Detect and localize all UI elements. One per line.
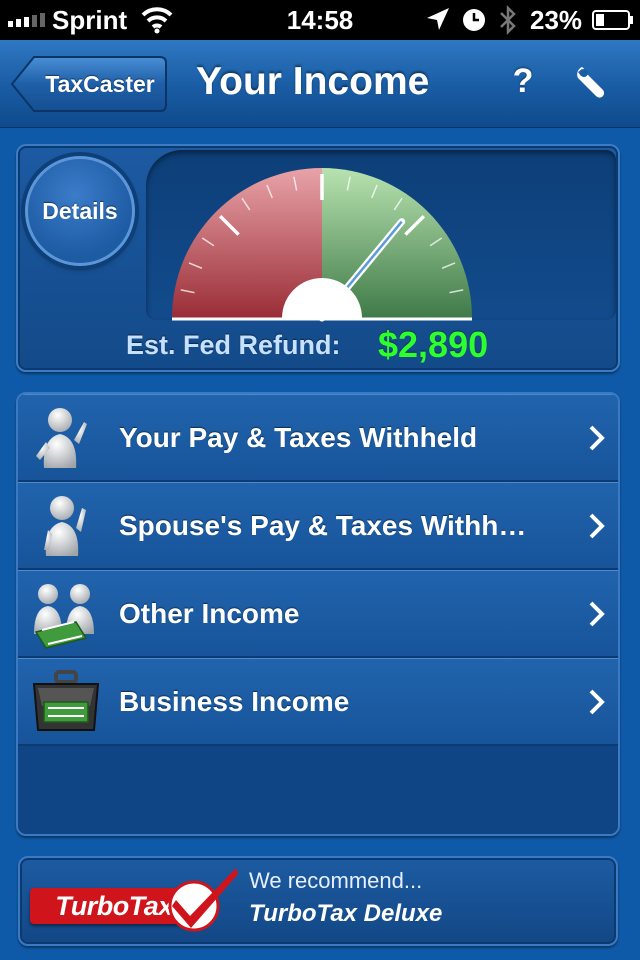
menu-item-label: Other Income bbox=[119, 598, 300, 629]
refund-amount: $2,890 bbox=[378, 324, 489, 365]
people-money-icon bbox=[34, 584, 94, 649]
chevron-right-icon bbox=[589, 425, 605, 451]
menu-item-label: Spouse's Pay & Taxes Withh… bbox=[119, 510, 527, 541]
chevron-right-icon bbox=[589, 513, 605, 539]
person-icon bbox=[44, 496, 86, 556]
income-menu: Your Pay & Taxes Withheld Spouse's Pay &… bbox=[16, 392, 620, 836]
details-button[interactable]: Details bbox=[25, 156, 135, 266]
chevron-right-icon bbox=[589, 601, 605, 627]
person-icon bbox=[36, 408, 87, 468]
recommendation-banner[interactable]: TurboTax We recommend... TurboTax Deluxe bbox=[18, 856, 618, 946]
back-button[interactable]: TaxCaster bbox=[10, 55, 168, 113]
clock-icon bbox=[463, 9, 485, 31]
refund-panel: Details Est. Fed Refund: $2,890 bbox=[16, 144, 620, 372]
chevron-right-icon bbox=[589, 689, 605, 715]
menu-item-business-income[interactable]: Business Income bbox=[18, 658, 618, 746]
turbotax-logo: TurboTax bbox=[30, 864, 240, 940]
status-bar: Sprint 14:58 23% bbox=[0, 0, 640, 40]
bluetooth-icon bbox=[500, 4, 516, 36]
menu-item-other-income[interactable]: Other Income bbox=[18, 570, 618, 658]
battery-icon bbox=[592, 10, 633, 30]
help-button[interactable]: ? bbox=[508, 62, 538, 102]
location-icon bbox=[427, 8, 449, 30]
navigation-bar: TaxCaster Your Income ? bbox=[0, 40, 640, 128]
battery-percent: 23% bbox=[530, 5, 583, 35]
refund-gauge bbox=[172, 168, 472, 322]
recommend-product: TurboTax Deluxe bbox=[249, 900, 443, 927]
wrench-icon[interactable] bbox=[574, 64, 610, 100]
menu-item-your-pay[interactable]: Your Pay & Taxes Withheld bbox=[18, 394, 618, 482]
menu-item-label: Business Income bbox=[119, 686, 350, 717]
menu-item-spouse-pay[interactable]: Spouse's Pay & Taxes Withh… bbox=[18, 482, 618, 570]
page-title: Your Income bbox=[196, 60, 430, 103]
recommend-label: We recommend... bbox=[249, 868, 423, 893]
checkmark-icon bbox=[168, 868, 238, 932]
briefcase-money-icon bbox=[32, 670, 100, 731]
back-button-label: TaxCaster bbox=[45, 71, 155, 97]
refund-label: Est. Fed Refund: bbox=[126, 330, 341, 360]
menu-item-label: Your Pay & Taxes Withheld bbox=[119, 422, 478, 453]
